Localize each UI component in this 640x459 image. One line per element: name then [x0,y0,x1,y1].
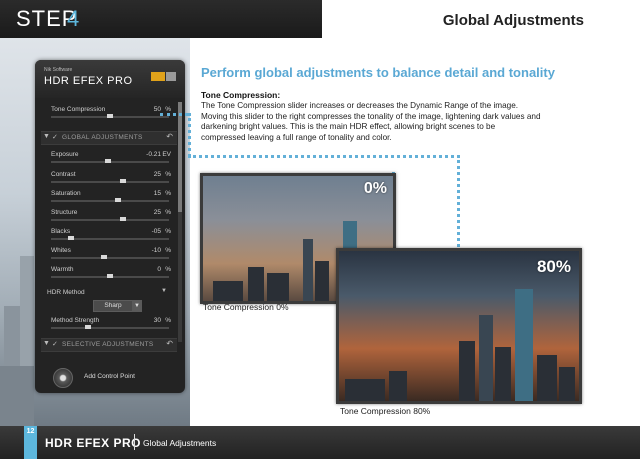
section-title: GLOBAL ADJUSTMENTS [62,134,143,141]
add-control-point-button[interactable] [53,368,73,388]
slider-thumb[interactable] [120,179,127,183]
slider-unit: % [165,209,171,216]
selective-adjustments-section[interactable]: ▼ ✓ SELECTIVE ADJUSTMENTS ↶ [41,338,177,352]
header-title-box: Global Adjustments [322,0,640,38]
checkmark-icon[interactable]: ✓ [52,340,58,348]
slider-label: Method Strength [51,317,100,324]
slider-unit: % [165,317,171,324]
slider-label: Whites [51,247,71,254]
page-title: Global Adjustments [442,12,584,29]
slider-unit: % [165,266,171,273]
hdr-method-select[interactable]: Sharp [93,300,133,312]
step-number: 4 [67,6,80,31]
reset-icon[interactable]: ↶ [166,339,173,348]
slider-thumb[interactable] [107,274,113,278]
slider-track[interactable] [51,327,169,329]
slider-value: 30 [153,317,161,324]
slider-warmth[interactable]: Warmth 0% [47,266,175,278]
collapse-icon[interactable]: ▼ [43,340,50,347]
slider-thumb[interactable] [114,198,121,202]
brand-name: HDR EFEX PRO [44,75,133,87]
callout-line [188,155,460,158]
slider-thumb[interactable] [84,325,91,329]
slider-value: 25 [153,171,161,178]
slider-thumb[interactable] [120,217,127,221]
page-number: 12 [26,428,35,435]
image-caption: Tone Compression 0% [203,302,289,312]
reset-icon[interactable]: ↶ [166,132,173,141]
footer-product: HDR EFEX PRO [45,436,142,450]
hdr-method-label: HDR Method [47,289,85,296]
slider-value: 25 [153,209,161,216]
slider-value: -0.21 [146,151,161,158]
slider-value: 50 [153,106,161,113]
slider-unit: % [165,171,171,178]
slider-thumb[interactable] [107,114,113,118]
slider-label: Warmth [51,266,74,273]
global-adjustments-section[interactable]: ▼ ✓ GLOBAL ADJUSTMENTS ↶ [41,131,177,145]
page-header: STEP 4 Global Adjustments [0,0,640,38]
panel-header: Nik Software HDR EFEX PRO [35,60,185,98]
slider-thumb[interactable] [104,159,111,163]
nik-logo-icon [151,72,165,81]
slider-value: -10 [151,247,161,254]
slider-label: Saturation [51,190,81,197]
slider-label: Exposure [51,151,79,158]
dropdown-arrow-icon[interactable]: ▼ [132,300,142,312]
image-caption: Tone Compression 80% [340,406,431,416]
brand-small: Nik Software [44,67,73,73]
image-percent-label: 0% [363,180,387,197]
hdr-method-value: Sharp [104,302,122,309]
scrollbar-thumb[interactable] [178,102,182,212]
method-strength-slider[interactable]: Method Strength 30% [47,317,175,329]
slider-label: Structure [51,209,78,216]
slider-blacks[interactable]: Blacks -05% [47,228,175,240]
slider-track[interactable] [51,219,169,221]
image-percent-label: 80% [536,257,571,276]
footer-divider [134,434,135,450]
add-control-point-label: Add Control Point [84,373,135,380]
slider-unit: % [165,106,171,113]
slider-track[interactable] [51,181,169,183]
page-number-badge: 12 [24,426,37,459]
slider-value: 0 [157,266,161,273]
slider-unit: % [165,247,171,254]
slider-label: Blacks [51,228,71,235]
panel-scrollbar[interactable] [178,102,182,342]
slider-value: 15 [153,190,161,197]
tone-compression-slider[interactable]: Tone Compression 50 % [47,106,175,118]
body-text: The Tone Compression slider increases or… [201,101,541,142]
chevron-down-icon[interactable]: ▼ [161,288,167,294]
hdr-efex-panel: Nik Software HDR EFEX PRO Tone Compressi… [35,60,185,393]
footer-section: Global Adjustments [143,438,217,448]
section-title: SELECTIVE ADJUSTMENTS [62,341,154,348]
slider-label: Tone Compression [51,106,106,113]
slider-label: Contrast [51,171,76,178]
checkmark-icon[interactable]: ✓ [52,133,58,141]
badge-icon [166,72,176,81]
slider-track[interactable] [51,200,169,202]
collapse-icon[interactable]: ▼ [43,133,50,140]
slider-thumb[interactable] [101,255,108,259]
callout-line [160,113,188,116]
slider-whites[interactable]: Whites -10% [47,247,175,259]
callout-line [457,155,460,247]
callout-line [188,113,191,157]
slider-value: -05 [151,228,161,235]
slider-unit: EV [162,151,171,158]
slider-unit: % [165,190,171,197]
slider-exposure[interactable]: Exposure -0.21 EV [47,151,175,163]
slider-track[interactable] [51,257,169,259]
slider-unit: % [165,228,171,235]
main-heading: Perform global adjustments to balance de… [201,65,555,80]
slider-contrast[interactable]: Contrast 25% [47,171,175,183]
slider-thumb[interactable] [67,236,74,240]
slider-saturation[interactable]: Saturation 15% [47,190,175,202]
subheading: Tone Compression: [201,90,281,100]
photo-tone-compression-80: 80% [336,248,582,404]
slider-structure[interactable]: Structure 25% [47,209,175,221]
